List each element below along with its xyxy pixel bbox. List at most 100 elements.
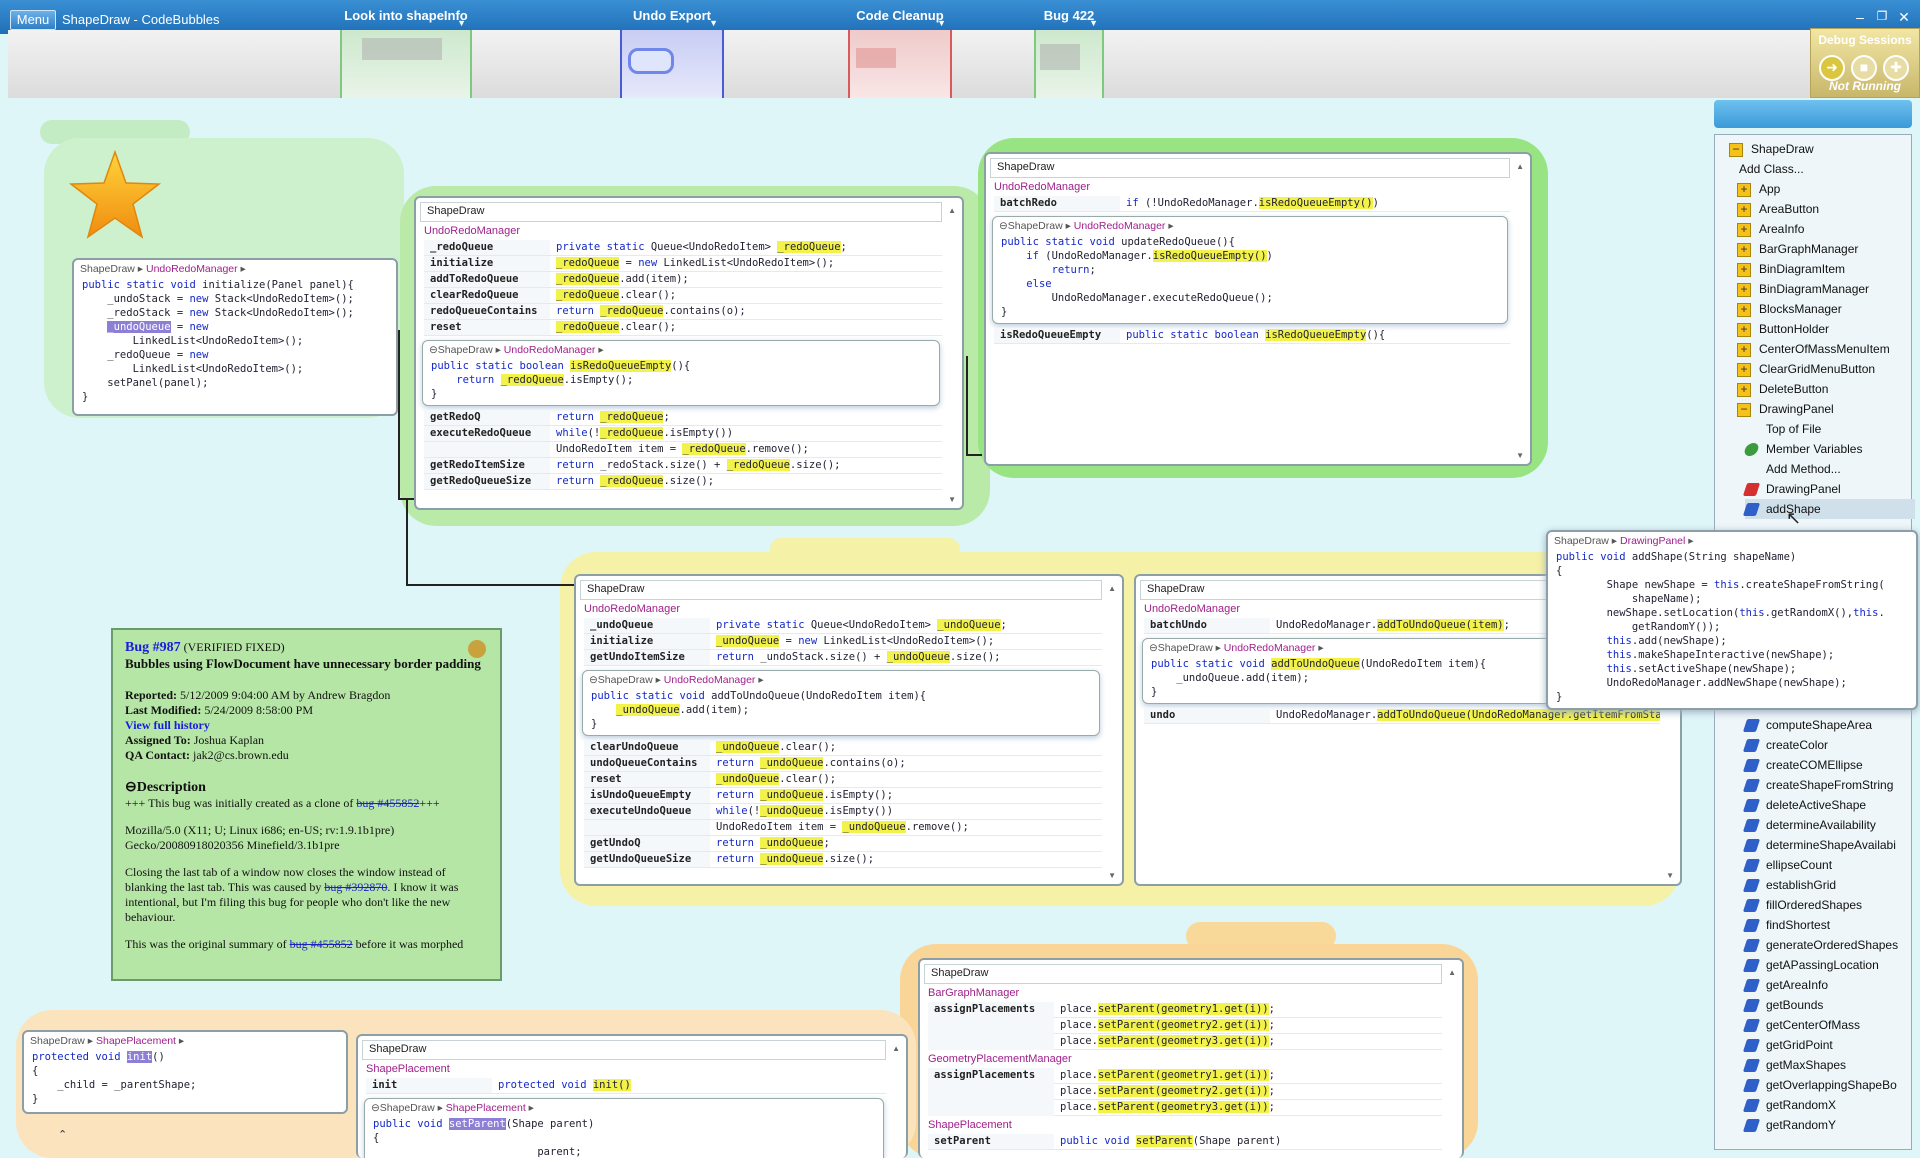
tree-method-item[interactable]: createShapeFromString [1742, 775, 1893, 795]
code-bubble-redo-manager[interactable]: ShapeDraw UndoRedoManager _redoQueue priv… [414, 196, 964, 510]
member-row[interactable]: _redoQueue private static Queue<UndoRedoI… [424, 240, 942, 256]
tree-method-item[interactable]: computeShapeArea [1742, 715, 1872, 735]
tree-member-item[interactable]: DrawingPanel [1742, 479, 1841, 499]
tree-method-item[interactable]: deleteActiveShape [1742, 795, 1866, 815]
scroll-up-icon[interactable]: ▲ [948, 206, 956, 215]
code-editor[interactable]: public void setParent(Shape parent) { par… [365, 1117, 883, 1158]
member-row[interactable]: getUndoQueueSize return _undoQueue.size()… [584, 852, 1102, 868]
tree-method-item[interactable]: createColor [1742, 735, 1828, 755]
member-row[interactable]: init protected void init() [366, 1078, 886, 1094]
member-row[interactable]: isRedoQueueEmpty public static boolean is… [994, 328, 1510, 344]
menu-button[interactable]: Menu [10, 10, 56, 30]
code-bubble-batch-redo[interactable]: ShapeDraw UndoRedoManager batchRedo if (!… [984, 152, 1532, 466]
tree-class-item[interactable]: + ClearGridMenuButton [1737, 359, 1875, 379]
tree-method-item[interactable]: getRandomY [1742, 1115, 1836, 1135]
member-row[interactable]: reset _redoQueue.clear(); [424, 320, 942, 336]
scroll-down-icon[interactable]: ▼ [1666, 871, 1674, 880]
tree-member-item[interactable]: Top of File [1745, 419, 1821, 439]
close-icon[interactable]: ✕ [1894, 9, 1914, 26]
add-class-item[interactable]: Add Class... [1739, 159, 1804, 179]
scroll-up-icon[interactable]: ▲ [1516, 162, 1524, 171]
code-editor[interactable]: public static void initialize(Panel pane… [74, 278, 396, 408]
member-row[interactable]: isUndoQueueEmpty return _undoQueue.isEmpt… [584, 788, 1102, 804]
member-row[interactable]: UndoRedoItem item = _redoQueue.remove(); [424, 442, 942, 458]
star-icon[interactable] [68, 150, 162, 240]
scroll-down-icon[interactable]: ▼ [1516, 451, 1524, 460]
bug-link[interactable]: bug #455852 [290, 937, 353, 951]
member-row[interactable]: reset _undoQueue.clear(); [584, 772, 1102, 788]
chevron-down-icon[interactable]: ▼ [709, 18, 718, 28]
member-row[interactable]: clearUndoQueue _undoQueue.clear(); [584, 740, 1102, 756]
member-row[interactable]: redoQueueContains return _redoQueue.conta… [424, 304, 942, 320]
tree-member-item[interactable]: Member Variables [1742, 439, 1862, 459]
tree-method-item[interactable]: ellipseCount [1742, 855, 1832, 875]
tree-method-item[interactable]: getOverlappingShapeBo [1742, 1075, 1897, 1095]
tree-method-item[interactable]: getGridPoint [1742, 1035, 1833, 1055]
scroll-down-icon[interactable]: ▼ [1108, 871, 1116, 880]
nested-bubble[interactable]: ⊖ShapeDraw ▸ UndoRedoManager ▸ public st… [582, 670, 1100, 736]
member-row[interactable]: clearRedoQueue _redoQueue.clear(); [424, 288, 942, 304]
tree-class-item[interactable]: + AreaButton [1737, 199, 1819, 219]
member-row[interactable]: _undoQueue private static Queue<UndoRedoI… [584, 618, 1102, 634]
tree-class-item[interactable]: + BinDiagramItem [1737, 259, 1845, 279]
code-bubble-init[interactable]: ShapeDraw ▸ ShapePlacement ▸ protected v… [22, 1030, 348, 1114]
code-editor[interactable]: public static void updateRedoQueue(){ if… [993, 235, 1507, 323]
member-row[interactable]: batchRedo if (!UndoRedoManager.isRedoQueu… [994, 196, 1510, 212]
member-row[interactable]: getRedoQueueSize return _redoQueue.size()… [424, 474, 942, 490]
chevron-down-icon[interactable]: ▼ [1089, 18, 1098, 28]
nested-bubble[interactable]: ⊖ShapeDraw ▸ UndoRedoManager ▸ public st… [422, 340, 940, 406]
member-row[interactable]: undoQueueContains return _undoQueue.conta… [584, 756, 1102, 772]
bug-id-link[interactable]: Bug #987 [125, 640, 181, 655]
chevron-down-icon[interactable]: ▼ [457, 18, 466, 28]
code-editor[interactable]: public void addShape(String shapeName){ … [1548, 550, 1916, 708]
code-editor[interactable]: public static boolean isRedoQueueEmpty()… [423, 359, 939, 405]
stop-icon[interactable]: ■ [1851, 55, 1877, 81]
task-bug-422[interactable]: Bug 422 ▼ [1034, 8, 1104, 98]
member-row[interactable]: getUndoQ return _undoQueue; [584, 836, 1102, 852]
tree-class-item[interactable]: + BlocksManager [1737, 299, 1842, 319]
member-row[interactable]: getUndoItemSize return _undoStack.size() … [584, 650, 1102, 666]
member-row[interactable]: executeUndoQueue while(!_undoQueue.isEmpt… [584, 804, 1102, 820]
task-code-cleanup[interactable]: Code Cleanup ▼ [848, 8, 952, 98]
member-row[interactable]: getRedoItemSize return _redoStack.size() … [424, 458, 942, 474]
scroll-up-icon[interactable]: ▲ [892, 1044, 900, 1053]
code-bubble-bar-graph[interactable]: ShapeDraw BarGraphManager assignPlacemen… [918, 958, 1464, 1158]
nested-bubble[interactable]: ⊖ShapeDraw ▸ ShapePlacement ▸ public voi… [364, 1098, 884, 1158]
view-history-link[interactable]: View full history [125, 718, 210, 732]
code-bubble-initialize[interactable]: ShapeDraw ▸ UndoRedoManager ▸ public sta… [72, 258, 398, 416]
tree-method-item[interactable]: determineShapeAvailabi [1742, 835, 1896, 855]
tree-class-item[interactable]: + BarGraphManager [1737, 239, 1858, 259]
tree-root[interactable]: − ShapeDraw [1729, 139, 1814, 159]
nested-bubble[interactable]: ⊖ShapeDraw ▸ UndoRedoManager ▸ public st… [992, 216, 1508, 324]
restore-icon[interactable]: ❐ [1872, 9, 1892, 23]
tree-method-item[interactable]: fillOrderedShapes [1742, 895, 1862, 915]
collapse-icon[interactable]: ⊖ [125, 780, 137, 795]
code-editor[interactable]: protected void init() { _child = _parentS… [24, 1050, 346, 1110]
scroll-down-icon[interactable]: ▼ [948, 495, 956, 504]
code-editor[interactable]: public static void addToUndoQueue(UndoRe… [583, 689, 1099, 735]
code-bubble-addshape[interactable]: ShapeDraw ▸ DrawingPanel ▸ public void a… [1546, 530, 1918, 710]
tree-member-item[interactable]: addShape [1742, 499, 1915, 519]
member-row[interactable]: initialize _redoQueue = new LinkedList<Un… [424, 256, 942, 272]
tree-method-item[interactable]: getRandomX [1742, 1095, 1836, 1115]
code-bubble-shape-placement[interactable]: ShapeDraw ShapePlacement init protected v… [356, 1034, 908, 1158]
tree-class-item[interactable]: + App [1737, 179, 1780, 199]
tree-method-item[interactable]: generateOrderedShapes [1742, 935, 1898, 955]
tree-class-item[interactable]: + AreaInfo [1737, 219, 1804, 239]
task-look-into-shapeinfo[interactable]: Look into shapeInfo ▼ [340, 8, 472, 98]
member-row[interactable]: UndoRedoItem item = _undoQueue.remove(); [584, 820, 1102, 836]
bug-link[interactable]: bug #455852 [356, 796, 419, 810]
tree-method-item[interactable]: getBounds [1742, 995, 1823, 1015]
tree-method-item[interactable]: findShortest [1742, 915, 1830, 935]
code-bubble-undo-manager[interactable]: ShapeDraw UndoRedoManager _undoQueue priv… [574, 574, 1124, 886]
bug-report-bubble[interactable]: Bug #987 (VERIFIED FIXED) Bubbles using … [111, 628, 502, 981]
task-undo-export[interactable]: Undo Export ▼ [620, 8, 724, 98]
tree-class-item[interactable]: + ButtonHolder [1737, 319, 1829, 339]
tree-class-item-expanded[interactable]: − DrawingPanel [1737, 399, 1834, 419]
bug-link[interactable]: bug #392870 [324, 880, 387, 894]
package-search-bar[interactable] [1714, 100, 1912, 128]
tree-method-item[interactable]: getAreaInfo [1742, 975, 1828, 995]
tree-method-item[interactable]: getAPassingLocation [1742, 955, 1879, 975]
tree-class-item[interactable]: + CenterOfMassMenuItem [1737, 339, 1890, 359]
member-row[interactable]: getRedoQ return _redoQueue; [424, 410, 942, 426]
